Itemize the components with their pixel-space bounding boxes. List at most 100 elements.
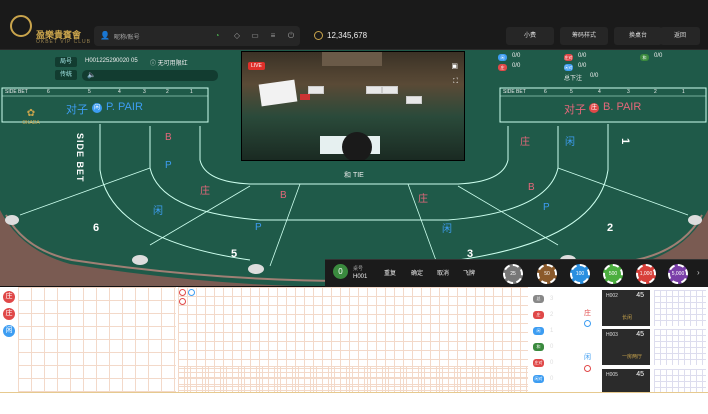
- speaker-icon: 🔈: [87, 72, 96, 79]
- banker-pair-label: 对子: [564, 104, 586, 116]
- chip-5000[interactable]: 5,000: [668, 264, 688, 284]
- side-num: 3: [627, 89, 630, 95]
- side-bet-right-label: SIDE BET: [503, 89, 526, 95]
- info-icon: ⓘ: [150, 61, 158, 67]
- zone-banker-center-right[interactable]: 庄: [418, 190, 428, 205]
- fullscreen-icon[interactable]: ⛶: [453, 78, 458, 86]
- balance: 12,345,678: [327, 31, 368, 40]
- player-pair-bet[interactable]: 对子 闲 P. PAIR: [60, 100, 160, 116]
- paper-sign: [258, 79, 298, 107]
- cancel-button[interactable]: 取消: [437, 268, 449, 277]
- user-box: 👤 昵称/账号 ◔ ◇ ▭ ≡ ⏻: [94, 26, 300, 46]
- round-tag: 局号: [55, 57, 77, 67]
- wifi-icon: ◔: [214, 31, 220, 40]
- volume-slider[interactable]: 🔈: [82, 70, 218, 81]
- legend-tie: 和: [533, 343, 544, 351]
- squeeze-button[interactable]: 飞牌: [463, 268, 475, 277]
- legend-player-pair: 闲对: [533, 375, 544, 383]
- total-icon: 总: [533, 295, 544, 303]
- bell-icon[interactable]: ◇: [232, 31, 242, 41]
- bead-banker: 庄: [3, 291, 15, 303]
- zone-banker-right[interactable]: 庄: [520, 133, 530, 148]
- countdown-timer: 0: [333, 264, 348, 279]
- side-bet-left-label: SIDE BET: [5, 89, 28, 95]
- red-chip: [300, 94, 310, 100]
- chevron-right-icon[interactable]: ›: [697, 268, 700, 277]
- side-num: 1: [682, 89, 685, 95]
- tie-bet[interactable]: 和 TIE: [344, 170, 364, 180]
- bead-road-grid: [18, 287, 176, 392]
- okada-logo: ✿ OKADA: [14, 108, 48, 128]
- card: [308, 86, 324, 94]
- back-button[interactable]: 返回: [660, 27, 700, 45]
- zone-p-left: P: [165, 160, 172, 171]
- tip-button[interactable]: 小费: [506, 27, 554, 45]
- collapse-icon[interactable]: ▣: [451, 62, 458, 70]
- legend-count: 2: [550, 312, 554, 318]
- chip-25[interactable]: 25: [503, 264, 523, 284]
- chip-50[interactable]: 50: [537, 264, 557, 284]
- video-icon[interactable]: ▭: [250, 31, 260, 41]
- player-badge: 闲: [92, 103, 102, 113]
- tie-icon: 和: [640, 54, 649, 61]
- player-pair2-icon: 闲对: [564, 64, 573, 71]
- table-card-h002[interactable]: H002 45 长闲: [602, 290, 650, 326]
- round-number: H001225290020 05: [85, 58, 138, 64]
- predict-ring: [584, 320, 591, 327]
- banker-stat: 0/0: [512, 63, 521, 69]
- game-window: 盈樂貴賓會 OKBET VIP CLUB 👤 昵称/账号 ◔ ◇ ▭ ≡ ⏻ 1…: [0, 0, 708, 414]
- bet-limit[interactable]: ⓘ 无可用限红: [150, 58, 188, 67]
- coin-icon: [314, 31, 323, 40]
- zone-p-right[interactable]: P: [543, 202, 550, 213]
- zone-banker-left[interactable]: 庄: [200, 182, 210, 197]
- zone-player-left[interactable]: 闲: [153, 202, 163, 217]
- predict-ring: [584, 365, 591, 372]
- legend-count: 0: [550, 344, 554, 350]
- predict-player[interactable]: 闲: [584, 352, 591, 362]
- table-no-value: H001: [353, 274, 368, 280]
- player-pair-label: 对子: [66, 104, 88, 116]
- banker-badge: 庄: [589, 103, 599, 113]
- zone-player-right[interactable]: 闲: [565, 133, 575, 148]
- zone-player-center-right[interactable]: 闲: [442, 220, 452, 235]
- legend-banker-pair: 庄对: [533, 359, 544, 367]
- side-num: 4: [118, 89, 121, 95]
- menu-icon[interactable]: ≡: [268, 31, 278, 41]
- power-icon[interactable]: ⏻: [286, 31, 296, 41]
- seat-5: 5: [231, 248, 238, 260]
- big-road-banker: [179, 298, 186, 305]
- side-bet-vertical: SIDE BET: [75, 133, 85, 183]
- chip-style-button[interactable]: 筹码样式: [560, 27, 608, 45]
- repeat-button[interactable]: 重复: [384, 268, 396, 277]
- side-num: 4: [598, 89, 601, 95]
- chip-100[interactable]: 100: [570, 264, 590, 284]
- side-num: 3: [143, 89, 146, 95]
- dealer-hands: [322, 52, 382, 66]
- predict-banker[interactable]: 庄: [584, 308, 591, 318]
- table-card-h003[interactable]: H003 45 一房两厅: [602, 329, 650, 365]
- bead-banker: 庄: [3, 308, 15, 320]
- table-no-label: 桌号: [353, 266, 364, 272]
- banker-pair-bet[interactable]: 对子 庄 B. PAIR: [560, 100, 660, 116]
- chip-500[interactable]: 500: [603, 264, 623, 284]
- seat-2: 2: [607, 222, 614, 234]
- zone-b-right[interactable]: B: [528, 182, 535, 193]
- chip-1000[interactable]: 1,000: [636, 264, 656, 284]
- road-predict[interactable]: 庄 闲: [576, 290, 598, 390]
- total-label: 总下注: [564, 76, 583, 82]
- live-video: LIVE ▣ ⛶: [241, 51, 465, 161]
- card: [382, 86, 398, 94]
- confirm-button[interactable]: 确定: [411, 268, 423, 277]
- bet-stats: 闲 0/0 庄 0/0 庄对 0/0 闲对 0/0 和 0/0 总下注 0/0: [498, 53, 698, 83]
- legend-count: 0: [550, 376, 554, 382]
- change-table-button[interactable]: 换桌台: [614, 27, 662, 45]
- player-pair-icon: 闲: [498, 54, 507, 61]
- zone-b-center-left[interactable]: B: [280, 190, 287, 201]
- big-road-banker: [179, 289, 186, 296]
- mode-tag[interactable]: 传统: [55, 70, 77, 80]
- banker-pair-stat: 0/0: [578, 53, 587, 59]
- tie-stat: 0/0: [654, 53, 663, 59]
- zone-b-left: B: [165, 132, 172, 143]
- zone-p-center-left[interactable]: P: [255, 222, 262, 233]
- side-num: 6: [47, 89, 50, 95]
